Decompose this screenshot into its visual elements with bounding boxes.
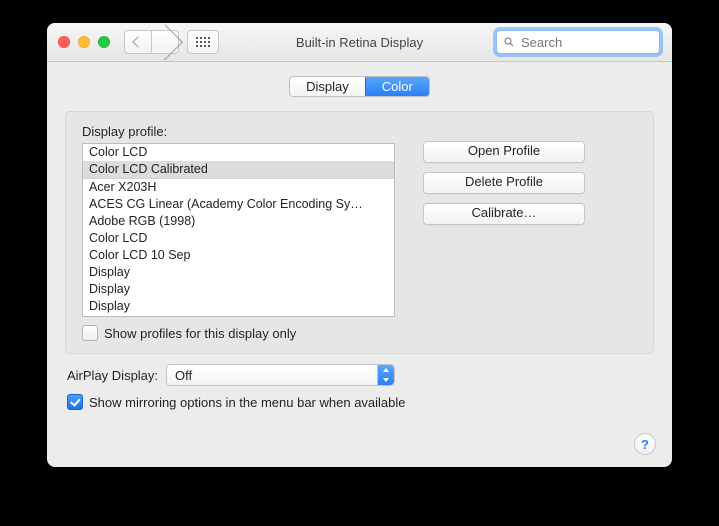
help-button[interactable]: ?: [634, 433, 656, 455]
grid-icon: [196, 37, 210, 47]
minimize-window-button[interactable]: [78, 36, 90, 48]
tab-display[interactable]: Display: [290, 77, 365, 96]
chevron-right-icon: [147, 24, 183, 60]
nav-back-forward: [124, 30, 179, 54]
prefs-window: Built-in Retina Display Display Color Di…: [47, 23, 672, 467]
profile-row[interactable]: Color LCD: [83, 230, 394, 247]
airplay-value: Off: [175, 368, 192, 383]
close-window-button[interactable]: [58, 36, 70, 48]
profile-row[interactable]: Color LCD Calibrated: [83, 161, 394, 179]
titlebar: Built-in Retina Display: [47, 23, 672, 62]
delete-profile-button[interactable]: Delete Profile: [423, 172, 585, 194]
open-profile-button[interactable]: Open Profile: [423, 141, 585, 163]
popup-arrows-icon: [377, 365, 394, 385]
mirror-checkbox[interactable]: [67, 394, 83, 410]
search-field[interactable]: [496, 30, 660, 54]
profile-row[interactable]: Color LCD: [83, 144, 394, 161]
window-controls: [58, 36, 110, 48]
show-all-button[interactable]: [187, 30, 219, 54]
help-icon: ?: [641, 437, 649, 452]
tab-color[interactable]: Color: [365, 77, 429, 96]
profile-row[interactable]: Adobe RGB (1998): [83, 213, 394, 230]
calibrate-button[interactable]: Calibrate…: [423, 203, 585, 225]
profile-listbox[interactable]: Color LCDColor LCD CalibratedAcer X203HA…: [82, 143, 395, 317]
show-only-checkbox[interactable]: [82, 325, 98, 341]
chevron-left-icon: [132, 36, 143, 47]
tabs-segmented: Display Color: [289, 76, 430, 97]
mirror-label: Show mirroring options in the menu bar w…: [89, 395, 406, 410]
search-icon: [503, 36, 515, 48]
search-input[interactable]: [519, 34, 653, 51]
zoom-window-button[interactable]: [98, 36, 110, 48]
profile-row[interactable]: Display: [83, 264, 394, 281]
forward-button[interactable]: [151, 30, 179, 54]
airplay-label: AirPlay Display:: [67, 368, 158, 383]
profile-row[interactable]: ACES CG Linear (Academy Color Encoding S…: [83, 196, 394, 213]
profile-row[interactable]: Acer X203H: [83, 179, 394, 196]
profile-row[interactable]: Display: [83, 298, 394, 315]
profile-row[interactable]: Color LCD 10 Sep: [83, 247, 394, 264]
profile-list-label: Display profile:: [82, 124, 395, 139]
airplay-popup[interactable]: Off: [166, 364, 395, 386]
show-only-label: Show profiles for this display only: [104, 326, 296, 341]
color-panel: Display profile: Color LCDColor LCD Cali…: [65, 111, 654, 354]
profile-row[interactable]: Display: [83, 281, 394, 298]
